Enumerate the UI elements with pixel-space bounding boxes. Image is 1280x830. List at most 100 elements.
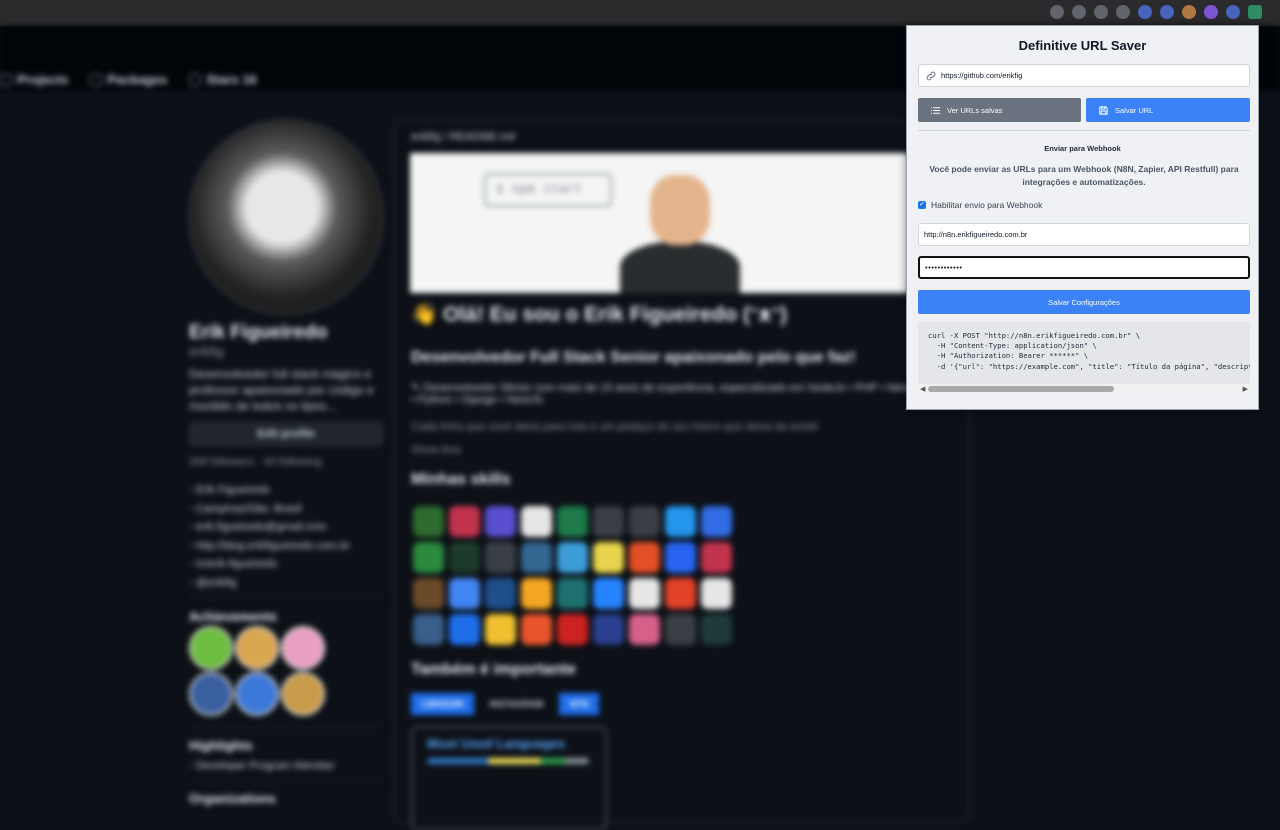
achievement-badge[interactable] (189, 626, 233, 670)
save-settings-button[interactable]: Salvar Configurações (918, 290, 1250, 314)
skill-icon (701, 578, 732, 609)
skill-icon (701, 542, 732, 573)
achievement-badge[interactable] (281, 672, 325, 716)
skill-icon (449, 542, 480, 573)
instagram-badge[interactable]: INSTAGRAM (480, 693, 554, 715)
extension-icon[interactable] (1204, 5, 1218, 19)
skill-icon (485, 542, 516, 573)
detail-website[interactable]: http://blog.erikfigueiredo.com.br (189, 537, 350, 556)
link-icon (926, 71, 936, 81)
curl-example-block[interactable]: curl -X POST "http://n8n.erikfigueiredo.… (918, 322, 1250, 394)
important-title: Também é importante (411, 661, 577, 678)
skill-icon (629, 614, 660, 645)
achievement-badge[interactable] (235, 626, 279, 670)
save-icon (1099, 105, 1108, 115)
readme-panel: erikfig / README.md $ npm start 👋 Olá! E… (394, 120, 970, 830)
linkedin-badge[interactable]: LINKEDIN (411, 693, 474, 715)
horizontal-scrollbar[interactable]: ◀ ▶ (918, 384, 1250, 394)
site-badge[interactable]: SITE (559, 693, 600, 715)
readme-path[interactable]: erikfig / README.md (411, 131, 515, 143)
detail-linkedin[interactable]: in/erik-figueiredo (189, 555, 350, 574)
extension-icon[interactable] (1094, 5, 1108, 19)
extension-icon[interactable] (1160, 5, 1174, 19)
scroll-right-icon[interactable]: ▶ (1243, 385, 1248, 393)
profile-name: Erik Figueiredo (189, 322, 328, 343)
url-saver-extension-icon[interactable] (1248, 5, 1262, 19)
followers-count[interactable]: 268 followers · 40 following (189, 456, 322, 468)
popup-title: Definitive URL Saver (1018, 38, 1147, 53)
banner-illustration-body (620, 241, 740, 293)
skill-icon (557, 578, 588, 609)
webhook-description: Você pode enviar as URLs para um Webhook… (929, 164, 1239, 187)
skill-icon (413, 578, 444, 609)
achievement-badges (189, 626, 359, 716)
show-less-link[interactable]: Show less (411, 444, 951, 456)
skill-icon (665, 578, 696, 609)
url-field[interactable] (918, 64, 1250, 87)
highlights-title: Highlights (189, 738, 253, 753)
skill-icon (665, 542, 696, 573)
tab-projects[interactable]: Projects (0, 72, 68, 87)
edit-profile-button[interactable]: Edit profile (189, 422, 383, 446)
achievement-badge[interactable] (189, 672, 233, 716)
skill-icon (521, 578, 552, 609)
skills-title: Minhas skills (411, 471, 511, 488)
skill-icon (449, 578, 480, 609)
languages-title: Most Used Languages (427, 736, 565, 751)
readme-banner-image: $ npm start (410, 153, 910, 293)
profile-tabs: Projects Packages Stars 16 (0, 72, 257, 87)
webhook-enable-label[interactable]: Habilitar envio para Webhook (931, 200, 1042, 210)
skill-icon (593, 614, 624, 645)
skill-icon (449, 506, 480, 537)
tab-stars[interactable]: Stars 16 (189, 72, 257, 87)
extension-icon[interactable] (1050, 5, 1064, 19)
skill-icon (485, 578, 516, 609)
detail-twitter[interactable]: @erikfig (189, 574, 350, 593)
skill-icon (629, 506, 660, 537)
skill-icon (593, 578, 624, 609)
achievement-badge[interactable] (235, 672, 279, 716)
extension-icon[interactable] (1116, 5, 1130, 19)
banner-illustration-face (650, 175, 710, 245)
detail-location: Campinas/São, Brasil (189, 500, 350, 519)
extension-icon[interactable] (1072, 5, 1086, 19)
skill-icon (629, 542, 660, 573)
highlight-label: Developer Program Member (189, 757, 335, 776)
webhook-section-title: Enviar para Webhook (1044, 144, 1121, 153)
skills-grid (413, 506, 732, 645)
webhook-enable-checkbox[interactable]: ✓ (918, 201, 926, 209)
scrollbar-thumb[interactable] (928, 386, 1114, 392)
save-url-label: Salvar URL (1115, 105, 1154, 115)
webhook-url-input[interactable] (918, 223, 1250, 246)
readme-quote: Cada linha que você deixa para trás é um… (411, 421, 819, 433)
webhook-token-input[interactable] (918, 256, 1250, 279)
save-url-button[interactable]: Salvar URL (1086, 98, 1250, 122)
view-saved-urls-button[interactable]: Ver URLs salvas (918, 98, 1081, 122)
readme-subheading: Desenvolvedor Full Stack Senior apaixona… (411, 349, 856, 366)
tab-packages[interactable]: Packages (90, 72, 167, 87)
skill-icon (413, 614, 444, 645)
skill-icon (557, 506, 588, 537)
languages-bar (427, 758, 589, 764)
webhook-enable-row[interactable]: ✓ Habilitar envio para Webhook (918, 200, 1042, 210)
avatar[interactable] (188, 119, 384, 315)
extension-icon[interactable] (1138, 5, 1152, 19)
skill-icon (665, 614, 696, 645)
achievement-badge[interactable] (281, 626, 325, 670)
readme-heading: 👋 Olá! Eu sou o Erik Figueiredo (ᵔᴥᵔ) (411, 303, 788, 326)
url-input[interactable] (941, 65, 1241, 86)
profile-login: erikfig (189, 344, 224, 359)
detail-name: Erik Figueiredo (189, 481, 350, 500)
extension-icon[interactable] (1182, 5, 1196, 19)
skill-icon (557, 614, 588, 645)
skill-icon (485, 506, 516, 537)
extension-icon[interactable] (1226, 5, 1240, 19)
detail-email[interactable]: erik.figueiredo@gmail.com (189, 518, 350, 537)
skill-icon (521, 614, 552, 645)
skill-icon (665, 506, 696, 537)
skill-icon (701, 614, 732, 645)
scroll-left-icon[interactable]: ◀ (920, 385, 925, 393)
skill-icon (557, 542, 588, 573)
organizations-title: Organizations (189, 791, 276, 806)
divider (189, 726, 381, 727)
